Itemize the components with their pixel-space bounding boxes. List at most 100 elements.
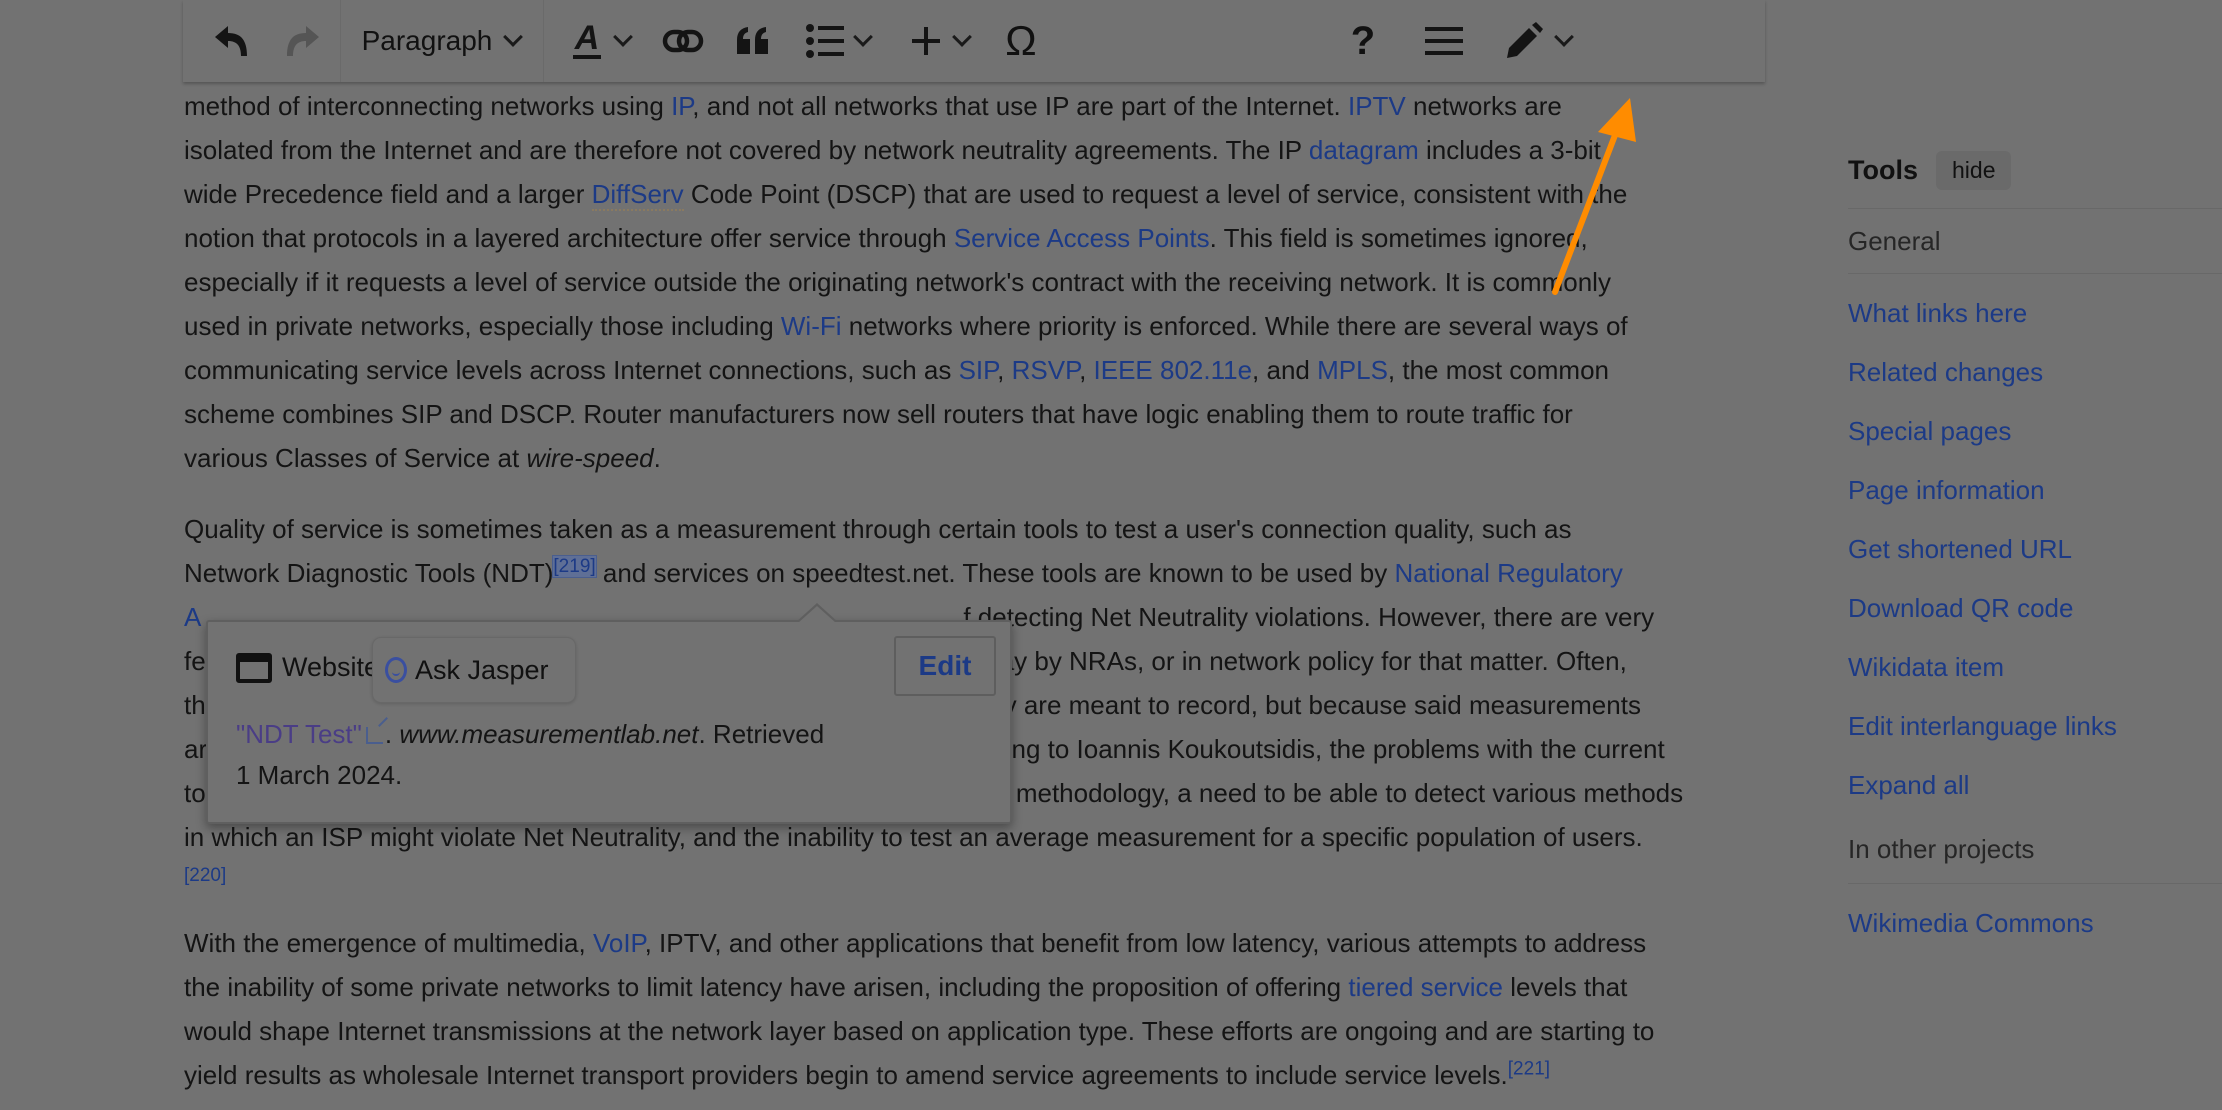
undo-button[interactable] [197,0,267,82]
text-style-button[interactable]: A [555,0,645,82]
help-icon: ? [1350,18,1376,63]
text: , and not all networks that use IP are p… [692,91,1348,121]
reference-popup: Website Ask Jasper Edit "NDT Test". www.… [206,603,1012,824]
text: in which an ISP might violate Net Neutra… [184,822,1643,852]
link-national-regulatory[interactable]: National Regulatory [1394,558,1622,588]
insert-button[interactable] [897,0,983,82]
text: , [1079,355,1094,385]
tool-edit-interlanguage-links[interactable]: Edit interlanguage links [1848,697,2222,756]
chevron-down-icon [853,27,873,47]
link-icon [662,29,704,53]
tools-sidebar: Tools hide General What links here Relat… [1848,140,2222,953]
list-button[interactable] [793,0,883,82]
text: Network Diagnostic Tools (NDT) [184,558,554,588]
text: Quality of service is sometimes taken as… [184,514,1572,544]
tool-expand-all[interactable]: Expand all [1848,756,2222,815]
divider [1848,273,2222,274]
text: networks are [1405,91,1562,121]
text: communicating service levels across Inte… [184,355,959,385]
chevron-down-icon [613,27,633,47]
link-service-access-points[interactable]: Service Access Points [954,223,1210,253]
link-ieee-802-11e[interactable]: IEEE 802.11e [1094,355,1253,385]
text: way by NRAs, or in network policy for th… [973,646,1627,676]
text: , IPTV, and other applications that bene… [644,928,1647,958]
text: With the emergence of multimedia, [184,928,593,958]
text: . Retrieved [698,719,825,749]
text: various Classes of Service at [184,443,527,473]
chevron-down-icon [1554,27,1574,47]
edit-mode-switch[interactable] [1493,0,1583,82]
svg-text:A: A [574,21,600,57]
toolbar-divider [543,0,544,82]
cite-button[interactable] [723,0,783,82]
website-icon [236,652,272,683]
redo-icon [287,26,319,56]
link-datagram[interactable]: datagram [1309,135,1419,165]
quote-icon [737,27,768,54]
link-mpls[interactable]: MPLS [1317,355,1388,385]
emphasis-text: wire-speed [526,443,654,473]
text: hey are meant to record, but because sai… [974,690,1641,720]
link-ip[interactable]: IP [671,91,692,121]
link-iptv[interactable]: IPTV [1348,91,1406,121]
text: . [653,443,661,473]
citation-link[interactable]: "NDT Test" [236,719,362,749]
tool-wikimedia-commons[interactable]: Wikimedia Commons [1848,894,2222,953]
text: , [997,355,1012,385]
link-tiered-service[interactable]: tiered service [1348,972,1503,1002]
paragraph-format-dropdown[interactable]: Paragraph [341,0,541,82]
text: on methodology, a need to be able to det… [979,778,1684,808]
text: , and [1252,355,1318,385]
text: wide Precedence field and a larger [184,179,592,209]
link-national-regulatory-cont[interactable]: A [184,602,201,632]
text: f detecting Net Neutrality violations. H… [963,602,1655,632]
text: th [184,690,206,720]
citation-date: 1 March 2024. [236,760,403,790]
tool-what-links-here[interactable]: What links here [1848,284,2222,343]
reference-type: Website [236,652,379,683]
reference-219[interactable]: [219] [552,555,597,579]
tool-special-pages[interactable]: Special pages [1848,402,2222,461]
help-button[interactable]: ? [1333,0,1393,82]
section-other-projects: In other projects [1848,833,2035,864]
section-general: General [1848,225,1941,256]
tool-wikidata-item[interactable]: Wikidata item [1848,638,2222,697]
jasper-icon [385,657,407,683]
ask-jasper-button[interactable]: Ask Jasper [372,637,576,703]
tools-title: Tools [1848,154,1918,185]
text: includes a 3-bit [1418,135,1601,165]
popup-pointer [796,603,838,623]
tool-related-changes[interactable]: Related changes [1848,343,2222,402]
text: and services on speedtest.net. These too… [595,558,1395,588]
hamburger-icon [1425,27,1463,55]
reference-220[interactable]: [220] [184,865,226,886]
edit-reference-button[interactable]: Edit [894,636,996,696]
link-diffserv[interactable]: DiffServ [591,179,684,211]
tool-get-shortened-url[interactable]: Get shortened URL [1848,520,2222,579]
text: fe [184,646,206,676]
text: scheme combines SIP and DSCP. Router man… [184,399,1573,429]
text: especially if it requests a level of ser… [184,267,1611,297]
link-voip[interactable]: VoIP [593,928,645,958]
text: , the most common [1387,355,1609,385]
text: networks where priority is enforced. Whi… [841,311,1628,341]
link-sip[interactable]: SIP [959,355,998,385]
page-options-button[interactable] [1409,0,1479,82]
link-wi-fi[interactable]: Wi-Fi [781,311,842,341]
divider [1848,883,2222,884]
hide-tools-button[interactable]: hide [1936,150,2012,190]
link-button[interactable] [653,0,713,82]
link-rsvp[interactable]: RSVP [1012,355,1079,385]
pencil-icon [1507,22,1543,58]
reference-type-label: Website [282,652,380,682]
text: levels that [1503,972,1628,1002]
special-character-button[interactable]: Ω [991,0,1051,82]
bullet-list-icon [806,24,844,58]
tool-download-qr-code[interactable]: Download QR code [1848,579,2222,638]
reference-221[interactable]: [221] [1508,1058,1550,1079]
redo-button[interactable] [267,0,337,82]
external-link-icon [365,727,383,744]
ask-jasper-label: Ask Jasper [415,654,549,685]
chevron-down-icon [952,27,972,47]
tool-page-information[interactable]: Page information [1848,461,2222,520]
